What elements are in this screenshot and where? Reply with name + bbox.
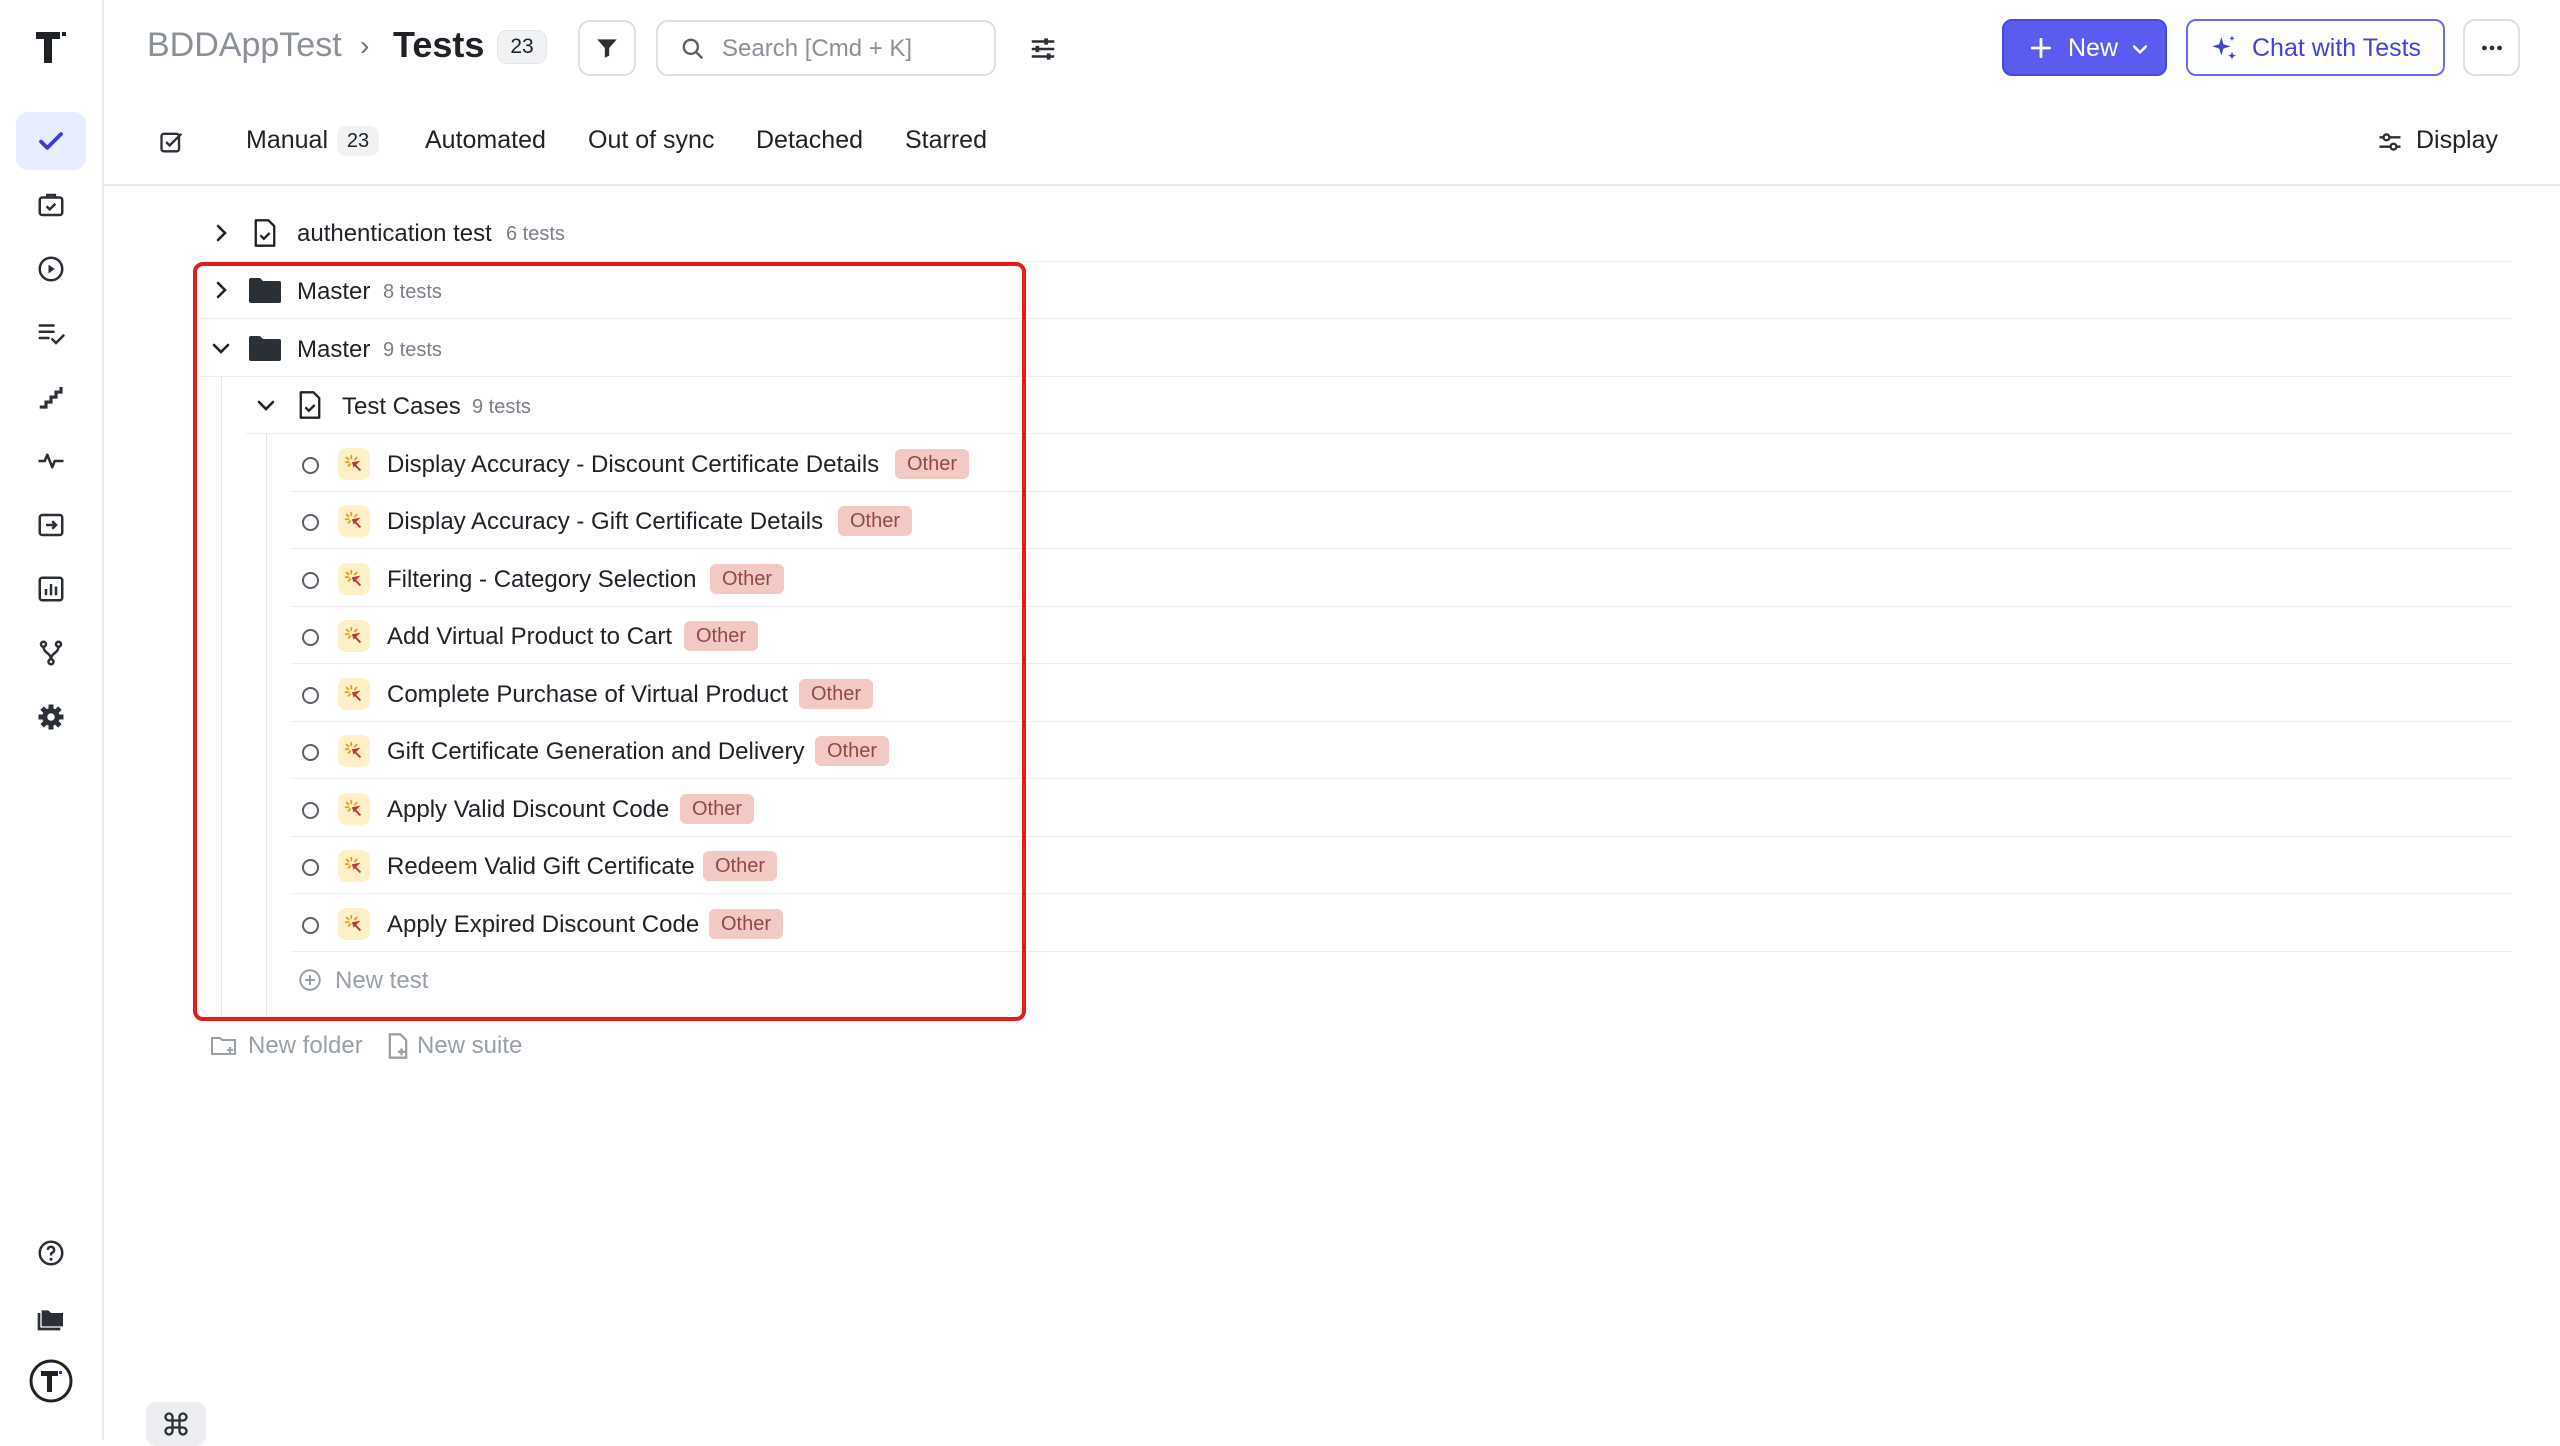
- left-rail: [0, 0, 104, 1440]
- display-settings-icon: [2379, 133, 2401, 151]
- nav-help[interactable]: [16, 1224, 86, 1282]
- tests-icon: [39, 132, 63, 150]
- nav-reports[interactable]: [16, 560, 86, 618]
- activity-icon: [38, 453, 64, 469]
- selection-highlight: [193, 262, 1026, 1021]
- nav-steps[interactable]: [16, 368, 86, 426]
- import-icon: [38, 513, 64, 537]
- suite-count: 6 tests: [506, 223, 565, 245]
- view-settings-button[interactable]: [1028, 34, 1058, 64]
- tab-out-of-sync[interactable]: Out of sync: [588, 126, 714, 155]
- tests-count-badge: 23: [497, 30, 547, 64]
- search-icon: [682, 38, 704, 60]
- app-logo-icon[interactable]: [30, 26, 72, 68]
- list-check-icon: [38, 324, 65, 345]
- avatar-logo-icon: [29, 1359, 73, 1403]
- nav-plans[interactable]: [16, 176, 86, 234]
- plus-icon: [2030, 37, 2052, 59]
- nav-projects[interactable]: [16, 1288, 86, 1346]
- breadcrumb-project[interactable]: BDDAppTest: [147, 26, 342, 65]
- chevron-right-icon[interactable]: [209, 221, 233, 245]
- tab-automated[interactable]: Automated: [425, 126, 546, 155]
- command-icon: [164, 1412, 188, 1436]
- filter-button[interactable]: [578, 20, 636, 76]
- new-button-label: New: [2068, 34, 2119, 62]
- nav-integrations[interactable]: [16, 624, 86, 682]
- chevron-down-icon: [2132, 45, 2148, 55]
- filter-icon: [597, 39, 617, 58]
- page-title: Tests: [393, 24, 485, 65]
- tabs-divider: [102, 184, 2560, 186]
- command-palette-button[interactable]: [146, 1402, 206, 1446]
- git-branch-icon: [39, 640, 63, 666]
- user-avatar[interactable]: [16, 1352, 86, 1410]
- file-plus-icon: [388, 1033, 408, 1059]
- new-button[interactable]: New: [2002, 19, 2167, 76]
- more-options-button[interactable]: [2463, 19, 2520, 76]
- stairs-icon: [39, 387, 63, 409]
- help-icon: [38, 1240, 64, 1266]
- tab-manual[interactable]: Manual: [246, 126, 328, 155]
- checklist-edit-icon: [160, 132, 183, 153]
- tab-manual-count: 23: [337, 126, 379, 156]
- more-horizontal-icon: [2481, 45, 2502, 50]
- nav-settings[interactable]: [16, 688, 86, 746]
- sparkles-icon: [2212, 35, 2236, 60]
- suite-file-icon: [254, 219, 276, 247]
- folders-icon: [37, 1310, 63, 1331]
- play-circle-icon: [38, 256, 64, 282]
- nav-activity[interactable]: [16, 432, 86, 490]
- gear-icon: [38, 704, 64, 730]
- new-suite-label: New suite: [417, 1032, 523, 1059]
- nav-checklists[interactable]: [16, 304, 86, 362]
- new-folder-label: New folder: [248, 1032, 363, 1059]
- folder-plus-icon: [211, 1037, 236, 1055]
- nav-import[interactable]: [16, 496, 86, 554]
- search-placeholder: Search [Cmd + K]: [722, 35, 913, 62]
- nav-runs[interactable]: [16, 240, 86, 298]
- bar-chart-icon: [38, 576, 64, 602]
- suite-name: authentication test: [297, 220, 492, 247]
- sliders-icon: [1031, 38, 1055, 60]
- display-label: Display: [2416, 126, 2498, 154]
- nav-tests[interactable]: [16, 112, 86, 170]
- briefcase-check-icon: [38, 193, 64, 217]
- search-input[interactable]: Search [Cmd + K]: [656, 20, 996, 76]
- select-mode-button[interactable]: [158, 128, 186, 156]
- chat-button-label: Chat with Tests: [2252, 34, 2422, 62]
- chat-with-tests-button[interactable]: Chat with Tests: [2186, 19, 2445, 76]
- breadcrumb-separator: ›: [360, 30, 370, 61]
- tab-starred[interactable]: Starred: [905, 126, 987, 155]
- tab-detached[interactable]: Detached: [756, 126, 863, 155]
